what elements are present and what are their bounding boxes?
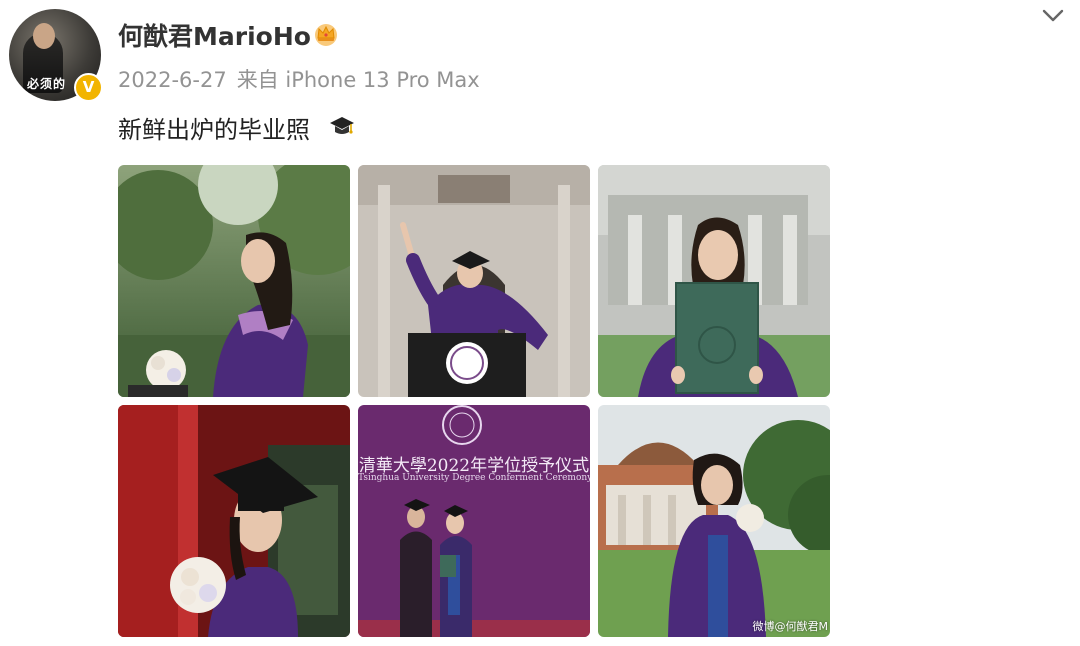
watermark: 微博@何猷君M [752,620,829,633]
crown-icon [315,24,337,46]
photo-2[interactable] [358,165,590,397]
avatar-caption: 必须的 [27,77,67,91]
photo-3[interactable] [598,165,830,397]
photo-5[interactable]: 清華大學2022年学位授予仪式 Tsinghua University Degr… [358,405,590,637]
post-meta: 2022-6-27 来自 iPhone 13 Pro Max [118,64,490,94]
photo-4[interactable] [118,405,350,637]
verified-badge-icon: V [74,73,103,102]
photo-grid: 清華大學2022年学位授予仪式 Tsinghua University Degr… [118,165,830,637]
post-date[interactable]: 2022-6-27 [118,68,227,92]
post-source: 来自 iPhone 13 Pro Max [236,68,480,92]
ceremony-banner-subtitle: Tsinghua University Degree Conferment Ce… [358,473,590,483]
avatar-face [33,23,55,49]
graduation-cap-icon [330,117,354,134]
photo-1[interactable] [118,165,350,397]
photo-6[interactable]: 微博@何猷君M [598,405,830,637]
post-text: 新鲜出炉的毕业照 [118,116,310,144]
username[interactable]: 何猷君MarioHo [118,17,311,53]
chevron-down-icon[interactable] [1042,8,1064,24]
